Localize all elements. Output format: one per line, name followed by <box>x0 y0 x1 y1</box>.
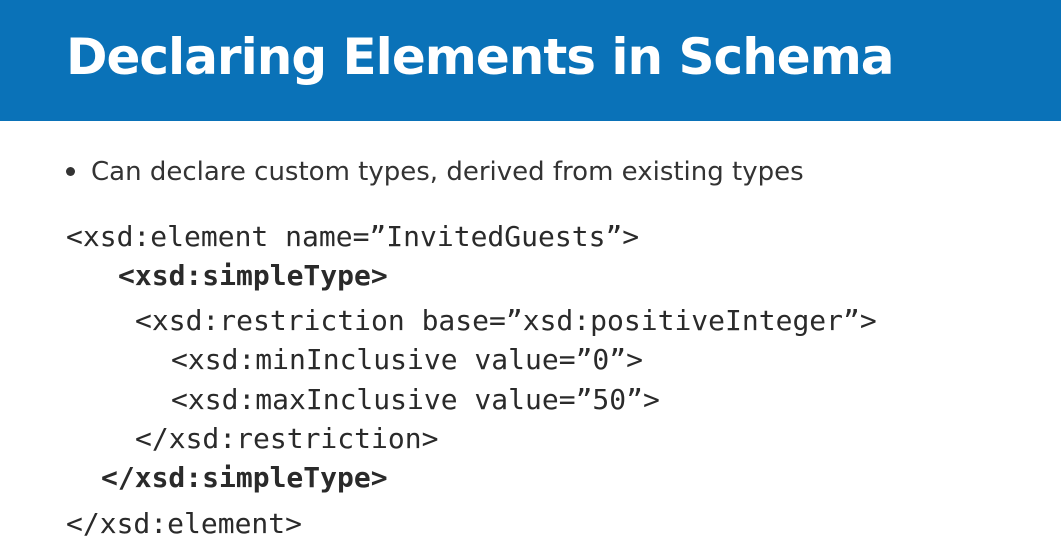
slide-title: Declaring Elements in Schema <box>66 28 895 86</box>
code-line-simpletype-open: <xsd:simpleType> <box>118 259 388 292</box>
title-bar: Declaring Elements in Schema <box>0 0 1061 121</box>
code-line-restriction-open: <xsd:restriction base=”xsd:positiveInteg… <box>135 304 877 337</box>
code-line-max-inclusive: <xsd:maxInclusive value=”50”> <box>171 383 660 416</box>
code-line-min-inclusive: <xsd:minInclusive value=”0”> <box>171 343 644 376</box>
bullet-dot-icon <box>66 167 75 176</box>
code-line-restriction-close: </xsd:restriction> <box>135 422 439 455</box>
code-line-element-close: </xsd:element> <box>66 507 303 540</box>
code-line-element-open: <xsd:element name=”InvitedGuests”> <box>66 220 640 253</box>
code-line-simpletype-close: </xsd:simpleType> <box>101 461 388 494</box>
bullet-text: Can declare custom types, derived from e… <box>91 157 804 187</box>
